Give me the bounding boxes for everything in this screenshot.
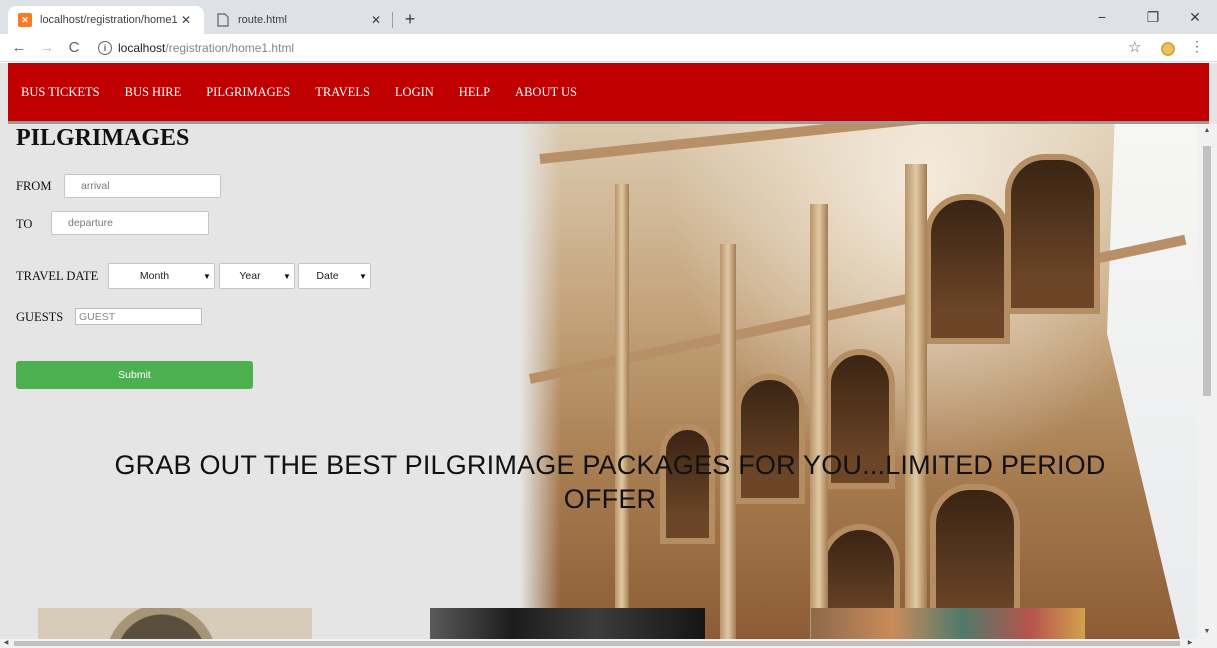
nav-bus-tickets[interactable]: BUS TICKETS [21, 85, 100, 100]
forward-icon[interactable]: → [36, 37, 58, 59]
url-path: /registration/home1.html [165, 41, 295, 55]
cornice [539, 124, 1197, 164]
promo-line-1: GRAB OUT THE BEST PILGRIMAGE PACKAGES FO… [114, 450, 1106, 480]
vertical-scrollbar[interactable]: ▲ ▼ [1197, 124, 1217, 639]
scrollbar-thumb[interactable] [14, 641, 1180, 646]
travel-date-label: TRAVEL DATE [16, 269, 99, 283]
bookmark-star-icon[interactable]: ☆ [1128, 38, 1141, 56]
year-value: Year [239, 270, 261, 282]
page-title: PILGRIMAGES [16, 125, 190, 151]
info-icon[interactable]: i [98, 41, 112, 55]
tab-title: localhost/registration/home1.htm [40, 14, 178, 26]
reload-icon[interactable]: C [63, 37, 85, 59]
scroll-left-icon[interactable]: ◀ [0, 639, 12, 648]
address-bar[interactable]: i localhost/registration/home1.html [90, 36, 1110, 60]
month-value: Month [139, 270, 170, 282]
colosseum-image [520, 124, 1197, 648]
chevron-down-icon: ▼ [283, 271, 291, 281]
restore-button[interactable]: ❐ [1133, 4, 1173, 30]
close-window-button[interactable]: ✕ [1175, 4, 1215, 30]
page-icon [216, 13, 230, 27]
browser-toolbar: ← → C i localhost/registration/home1.htm… [0, 34, 1217, 62]
close-tab-icon[interactable]: ✕ [368, 13, 384, 27]
from-label: FROM [16, 179, 52, 193]
pillar [720, 244, 736, 648]
tab-title: route.html [238, 14, 287, 26]
chevron-down-icon: ▼ [359, 271, 367, 281]
tab-route[interactable]: route.html ✕ [206, 6, 394, 34]
top-navbar: BUS TICKETS BUS HIRE PILGRIMAGES TRAVELS… [8, 63, 1209, 121]
nav-travels[interactable]: TRAVELS [315, 85, 370, 100]
to-input[interactable]: departure [51, 211, 209, 235]
back-icon[interactable]: ← [8, 37, 30, 59]
scrollbar-thumb[interactable] [1203, 146, 1211, 396]
date-select[interactable]: Date ▼ [298, 263, 371, 289]
scroll-up-icon[interactable]: ▲ [1197, 124, 1217, 138]
menu-icon[interactable]: ⋮ [1190, 38, 1204, 55]
nav-help[interactable]: HELP [459, 85, 490, 100]
submit-button[interactable]: Submit [16, 361, 253, 389]
guests-label: GUESTS [16, 310, 64, 324]
promo-line-2: OFFER [563, 484, 657, 514]
page-content: BUS TICKETS BUS HIRE PILGRIMAGES TRAVELS… [0, 63, 1217, 648]
promo-banner: GRAB OUT THE BEST PILGRIMAGE PACKAGES FO… [20, 448, 1200, 516]
close-tab-icon[interactable]: ✕ [178, 13, 194, 27]
pillar [905, 164, 927, 648]
scroll-right-icon[interactable]: ▶ [1184, 639, 1196, 648]
tab-strip: ✕ localhost/registration/home1.htm ✕ rou… [0, 0, 1217, 34]
year-select[interactable]: Year ▼ [219, 263, 295, 289]
profile-avatar[interactable] [1161, 42, 1175, 56]
url-host: localhost [118, 41, 166, 55]
pillar [615, 184, 629, 648]
tab-separator [392, 12, 393, 28]
month-select[interactable]: Month ▼ [108, 263, 215, 289]
minimize-button[interactable]: − [1082, 4, 1122, 30]
to-label: TO [16, 217, 33, 231]
date-value: Date [316, 270, 339, 282]
arch [1005, 154, 1100, 314]
horizontal-scrollbar[interactable]: ◀ ▶ [0, 639, 1217, 648]
new-tab-button[interactable]: + [398, 8, 422, 32]
xampp-icon: ✕ [18, 13, 32, 27]
nav-login[interactable]: LOGIN [395, 85, 434, 100]
tab-home1[interactable]: ✕ localhost/registration/home1.htm ✕ [8, 6, 204, 34]
guests-input[interactable]: GUEST [75, 308, 202, 325]
nav-bus-hire[interactable]: BUS HIRE [125, 85, 182, 100]
nav-about-us[interactable]: ABOUT US [515, 85, 577, 100]
nav-pilgrimages[interactable]: PILGRIMAGES [206, 85, 290, 100]
chevron-down-icon: ▼ [203, 271, 211, 281]
from-input[interactable]: arrival [64, 174, 221, 198]
arch [925, 194, 1010, 344]
scroll-down-icon[interactable]: ▼ [1197, 625, 1217, 639]
pillar [810, 204, 828, 648]
